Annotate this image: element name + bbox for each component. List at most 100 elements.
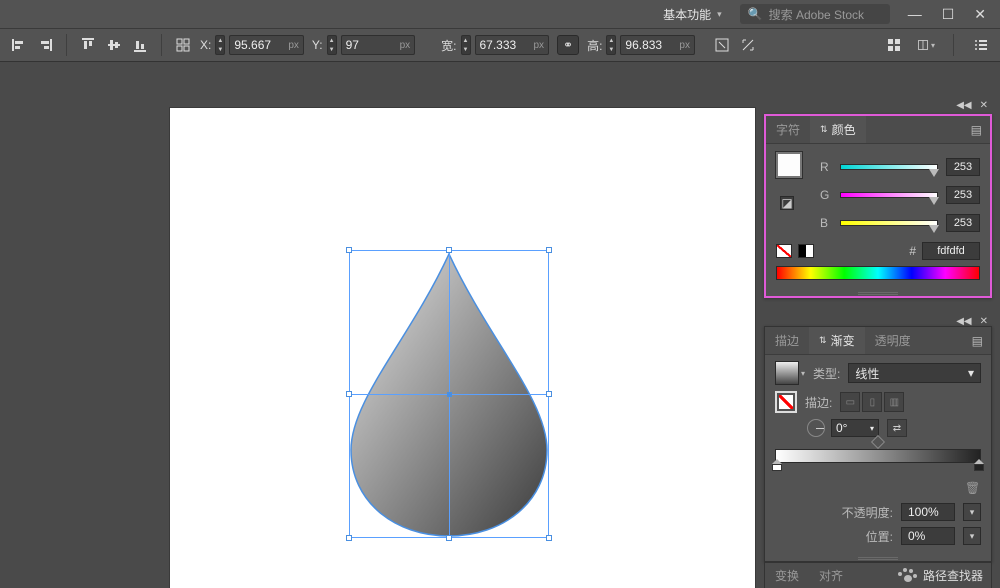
align-top-icon[interactable] [79,36,97,54]
handle-se[interactable] [546,535,552,541]
close-panel-icon[interactable]: ✕ [980,100,988,111]
stroke-label: 描边: [805,394,832,411]
location-value-field[interactable]: 0% [901,527,955,545]
midpoint-diamond[interactable] [871,435,885,449]
align-bottom-icon[interactable] [131,36,149,54]
panel-gripper[interactable] [765,555,991,561]
panel-menu-icon[interactable]: ▤ [963,123,990,137]
width-label: 宽: [441,37,456,54]
location-label: 位置: [866,528,893,545]
stock-search-input[interactable]: 🔍 搜索 Adobe Stock [740,4,890,24]
b-slider[interactable]: B 253 [820,214,980,232]
r-value[interactable]: 253 [946,158,980,176]
b-label: B [820,216,832,230]
r-label: R [820,160,832,174]
panel-menu-icon[interactable]: ▤ [964,334,991,348]
fill-color-swatch[interactable] [776,152,802,178]
gradient-stop-right[interactable] [974,459,984,471]
stroke-within-icon[interactable]: ▭ [840,392,860,412]
x-position-field[interactable]: X: ▲▼ 95.667px [200,35,304,55]
selection-bounding-box[interactable] [349,250,549,538]
search-icon: 🔍 [748,7,763,21]
tab-stroke[interactable]: 描边 [765,327,809,354]
stroke-swatch[interactable] [775,391,797,413]
scale-strokes-icon[interactable] [739,36,757,54]
handle-nw[interactable] [346,247,352,253]
x-label: X: [200,38,211,52]
tab-transparency[interactable]: 透明度 [865,327,921,354]
g-label: G [820,188,832,202]
close-button[interactable]: ✕ [974,6,986,23]
arrange-docs-icon[interactable]: ▾ [917,36,935,54]
color-panel: 字符 ⇅颜色 ▤ ◪ R 253 G 253 B 253 # fdfdfd [764,114,992,298]
scale-corners-icon[interactable] [713,36,731,54]
b-value[interactable]: 253 [946,214,980,232]
search-placeholder: 搜索 Adobe Stock [769,6,864,23]
application-menubar: 基本功能 ▾ 🔍 搜索 Adobe Stock — ☐ ✕ [0,0,1000,28]
y-label: Y: [312,38,323,52]
list-menu-icon[interactable] [972,36,990,54]
opacity-value-field[interactable]: 100% [901,503,955,521]
gradient-type-label: 类型: [813,365,840,382]
minimize-button[interactable]: — [908,6,922,23]
swap-icon: ⇅ [820,124,828,135]
gradient-stop-left[interactable] [772,459,782,471]
options-bar: X: ▲▼ 95.667px Y: ▲▼ 97px 宽: ▲▼ 67.333px… [0,28,1000,62]
hex-value-field[interactable]: fdfdfd [922,242,980,260]
g-value[interactable]: 253 [946,186,980,204]
opacity-dropdown[interactable]: ▾ [963,503,981,521]
gradient-panel: 描边 ⇅渐变 透明度 ▤ ▾ 类型: 线性▾ 描边: ▭ ▯ ▥ 0°▾ [764,326,992,562]
location-dropdown[interactable]: ▾ [963,527,981,545]
maximize-button[interactable]: ☐ [942,6,955,23]
r-slider[interactable]: R 253 [820,158,980,176]
handle-sw[interactable] [346,535,352,541]
stroke-across-icon[interactable]: ▥ [884,392,904,412]
paw-icon [895,566,919,586]
handle-e[interactable] [546,391,552,397]
bw-color-icon[interactable] [798,244,814,258]
reverse-gradient-button[interactable]: ⇄ [887,419,907,437]
tab-gradient[interactable]: ⇅渐变 [809,327,865,354]
handle-w[interactable] [346,391,352,397]
pathfinder-badge: 路径查找器 [887,566,991,586]
workspace-switcher[interactable]: 基本功能 ▾ [653,6,732,23]
tab-transform[interactable]: 变换 [765,563,809,588]
spectrum-picker[interactable] [776,266,980,280]
tab-color[interactable]: ⇅颜色 [810,116,866,143]
grid-toggle-icon[interactable] [885,36,903,54]
shape-builder-icon[interactable] [174,36,192,54]
gradient-swatch[interactable]: ▾ [775,361,805,385]
chevron-down-icon: ▾ [717,9,722,20]
selection-center-icon [447,392,452,397]
chevron-down-icon: ▾ [968,366,974,380]
tab-align[interactable]: 对齐 [809,563,853,588]
tab-character[interactable]: 字符 [766,116,810,143]
height-field[interactable]: 高: ▲▼ 96.833px [587,35,695,55]
pathfinder-tabs: 变换 对齐 路径查找器 [764,562,992,588]
height-label: 高: [587,37,602,54]
gradient-type-select[interactable]: 线性▾ [848,363,981,383]
panel-controls-top: ◀◀ ✕ [956,100,988,111]
delete-stop-icon[interactable]: 🗑 [965,481,981,497]
align-vcenter-icon[interactable] [105,36,123,54]
align-left-icon[interactable] [10,36,28,54]
angle-dial-icon[interactable] [807,419,825,437]
y-position-field[interactable]: Y: ▲▼ 97px [312,35,415,55]
handle-ne[interactable] [546,247,552,253]
handle-n[interactable] [446,247,452,253]
gradient-ramp[interactable] [775,449,981,463]
hex-hash: # [909,244,916,258]
swap-icon: ⇅ [819,335,827,346]
handle-s[interactable] [446,535,452,541]
color-mode-icon[interactable]: ◪ [780,196,794,210]
align-right-icon[interactable] [36,36,54,54]
stroke-along-icon[interactable]: ▯ [862,392,882,412]
link-dimensions-button[interactable]: ⚭ [557,35,579,55]
width-field[interactable]: 宽: ▲▼ 67.333px [441,35,549,55]
gradient-angle-field[interactable]: 0°▾ [807,419,879,437]
collapse-panel-icon[interactable]: ◀◀ [956,100,971,111]
panel-gripper[interactable] [766,290,990,296]
window-controls: — ☐ ✕ [908,6,986,23]
g-slider[interactable]: G 253 [820,186,980,204]
none-color-icon[interactable] [776,244,792,258]
